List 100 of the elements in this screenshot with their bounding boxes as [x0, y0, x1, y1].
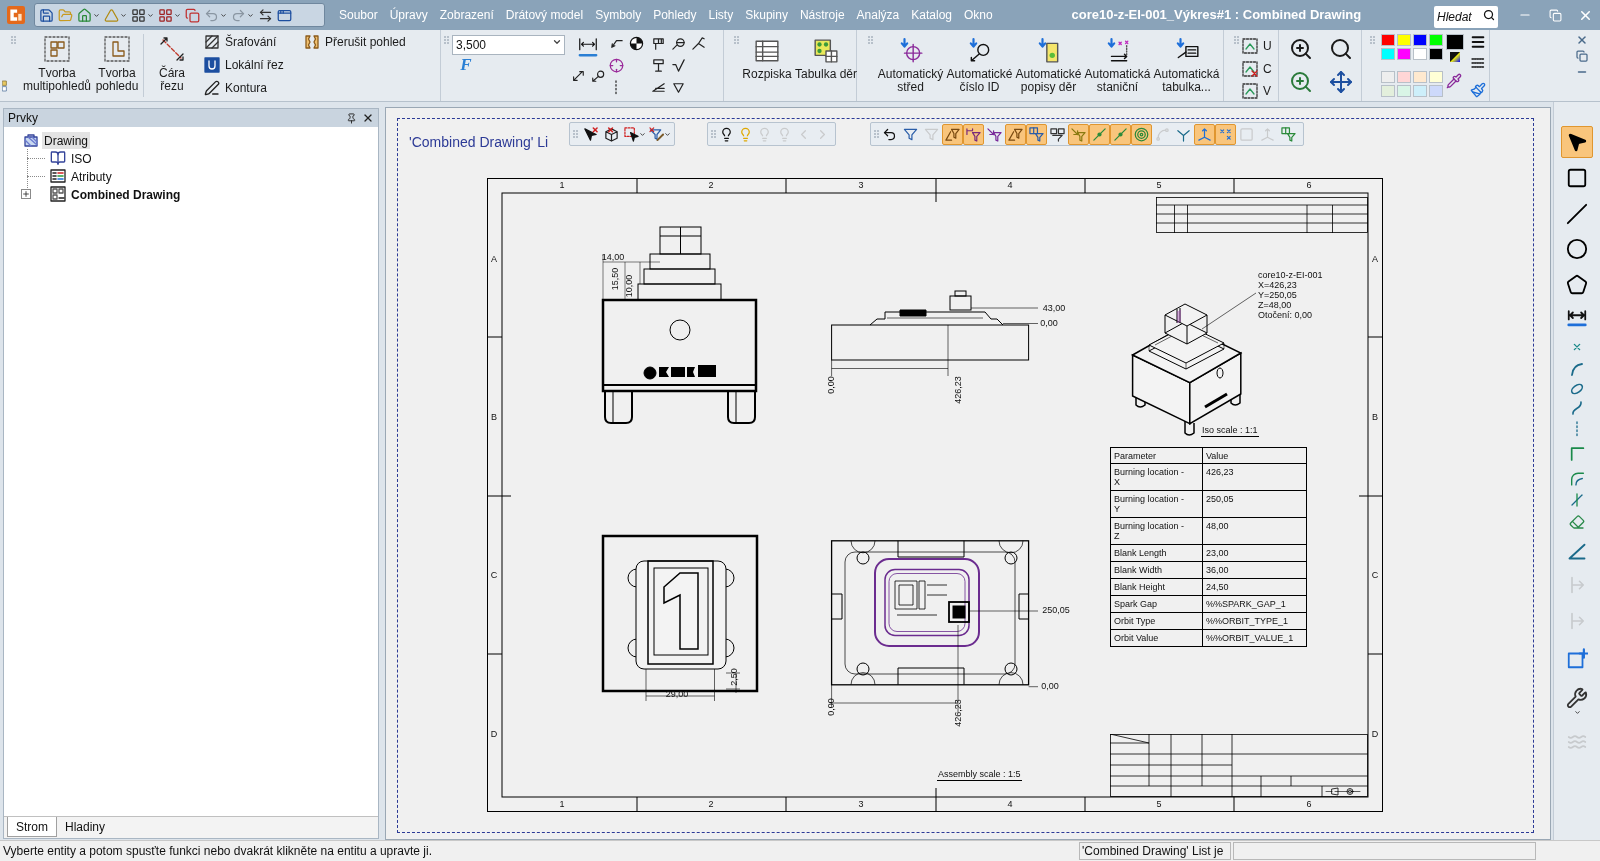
ribbon-button[interactable]: V	[1242, 81, 1272, 101]
snap-toggle[interactable]	[1089, 123, 1110, 145]
grip-handle-icon[interactable]	[1370, 36, 1375, 44]
ribbon-button[interactable]: Kontura	[204, 78, 304, 98]
color-swatch[interactable]	[1413, 85, 1427, 97]
color-swatch[interactable]	[1397, 85, 1411, 97]
projection-symbol-icon	[1325, 787, 1361, 796]
ribbon-button[interactable]: C	[1242, 58, 1272, 79]
panel-tab[interactable]: Hladiny	[57, 817, 114, 837]
list-icon	[50, 168, 66, 184]
color-swatch[interactable]	[1381, 71, 1395, 83]
color-swatch[interactable]	[1381, 85, 1395, 97]
tool-button[interactable]	[624, 124, 646, 144]
snap-toggle[interactable]	[1194, 123, 1215, 145]
arc-icon	[1569, 361, 1585, 377]
snap-toggle[interactable]	[1068, 123, 1089, 145]
text-height-field[interactable]: 3,500	[452, 35, 565, 55]
zone-label: D	[1370, 728, 1380, 740]
dimension-label: 43,00	[1042, 303, 1066, 313]
color-swatch[interactable]	[1381, 34, 1395, 46]
caret-icon	[174, 11, 181, 19]
ribbon-button[interactable]: Rozpiska	[740, 33, 794, 101]
ribbon-button[interactable]: Tvorba multipohledů	[20, 30, 94, 101]
grip-handle-icon[interactable]	[868, 36, 873, 44]
grip-handle-icon[interactable]	[444, 36, 449, 44]
color-swatch[interactable]	[1397, 71, 1411, 83]
search-field[interactable]: Hledat	[1434, 6, 1498, 28]
line-style-icon[interactable]	[1469, 55, 1487, 71]
color-swatch[interactable]	[1413, 48, 1427, 60]
drawing-tool[interactable]	[1561, 125, 1593, 158]
grip-handle-icon[interactable]	[874, 130, 879, 138]
ribbon-button[interactable]: Automatické číslo ID	[945, 33, 1014, 101]
angle-funnel-icon	[945, 126, 960, 142]
grip-handle-icon[interactable]	[711, 130, 716, 138]
pipette-icon[interactable]	[1446, 73, 1462, 89]
ribbon-button[interactable]: Automatická tabulka...	[1152, 33, 1221, 101]
color-swatch[interactable]	[1429, 85, 1443, 97]
tree-item[interactable]: Combined Drawing	[69, 185, 183, 203]
panel-toggle-icon[interactable]	[2, 77, 7, 95]
expand-toggle[interactable]	[21, 189, 31, 199]
tree-item[interactable]: Atributy	[69, 167, 114, 185]
color-swatch[interactable]	[1413, 71, 1427, 83]
grip-handle-icon[interactable]	[1234, 36, 1239, 44]
table-cell: 23,00	[1202, 544, 1307, 562]
snap-toggle[interactable]	[963, 123, 984, 145]
zone-label: 6	[1305, 798, 1313, 810]
snap-toggle[interactable]	[1110, 123, 1131, 145]
current-color-swatch[interactable]	[1446, 34, 1464, 50]
pointer-x-icon	[582, 126, 598, 142]
color-swatch[interactable]	[1429, 48, 1443, 60]
spline-icon	[1569, 399, 1585, 416]
table-cell: Burning location - Z	[1110, 517, 1203, 545]
dimension-label: 14,00	[601, 252, 625, 262]
zoom-in-icon	[1289, 69, 1313, 94]
paintbrush-icon[interactable]	[1470, 82, 1486, 98]
circle-arrow-icon	[591, 69, 605, 83]
tool-button[interactable]	[581, 124, 600, 144]
sheet-icon	[50, 186, 66, 202]
snap-toggle[interactable]	[1026, 123, 1047, 145]
snap-toggle[interactable]	[1215, 123, 1236, 145]
ribbon-button[interactable]: Automatické popisy děr	[1014, 33, 1083, 101]
snap-toggle[interactable]	[1131, 123, 1152, 145]
check-symbol-icon	[670, 57, 686, 73]
close-icon[interactable]	[1576, 34, 1588, 46]
color-swatch[interactable]	[1429, 34, 1443, 46]
color-swatch[interactable]	[1429, 71, 1443, 83]
ribbon-button[interactable]: Automatická staniční	[1083, 33, 1152, 101]
color-swatch[interactable]	[1397, 48, 1411, 60]
dimension-icon	[1566, 307, 1588, 329]
app-logo-icon[interactable]	[7, 6, 25, 24]
tree-item[interactable]: Drawing	[42, 131, 90, 149]
hatch-icon	[204, 34, 220, 50]
leader-note: X=426,23	[1258, 280, 1297, 290]
grip-handle-icon[interactable]	[734, 36, 739, 44]
ribbon-button[interactable]: Přerušit pohled	[304, 32, 406, 52]
snap-toggle[interactable]	[1005, 123, 1026, 145]
grip-handle-icon[interactable]	[573, 130, 578, 138]
ribbon-button[interactable]: Tvorba pohledu	[94, 30, 140, 101]
ribbon-button[interactable]: Čára řezu	[147, 30, 197, 101]
color-swatch[interactable]	[1381, 48, 1395, 60]
zone-label: 2	[707, 798, 715, 810]
color-swatch[interactable]	[1397, 34, 1411, 46]
tree-item[interactable]: ISO	[69, 149, 94, 167]
ribbon-button[interactable]: Tabulka děr	[794, 33, 858, 101]
color-swatch[interactable]	[1413, 34, 1427, 46]
grid-funnel-icon	[1029, 126, 1044, 142]
grip-handle-icon[interactable]	[11, 36, 16, 44]
ribbon-button[interactable]: U	[1242, 36, 1272, 56]
ribbon-button[interactable]: Šrafování	[204, 32, 304, 52]
tool-button[interactable]	[602, 124, 621, 144]
triangle-icon	[104, 7, 119, 23]
snap-toggle[interactable]	[942, 123, 963, 145]
panel-title: Prvky	[8, 110, 38, 127]
ribbon-button[interactable]: Lokální řez	[204, 55, 304, 75]
restore-icon[interactable]	[1576, 50, 1588, 62]
ribbon-button[interactable]: Automatický střed	[876, 33, 945, 101]
panel-tab[interactable]: Strom	[7, 817, 57, 837]
line-weight-icon[interactable]	[1469, 34, 1487, 50]
table-cell: Blank Width	[1110, 561, 1203, 579]
zone-label: D	[489, 728, 499, 740]
